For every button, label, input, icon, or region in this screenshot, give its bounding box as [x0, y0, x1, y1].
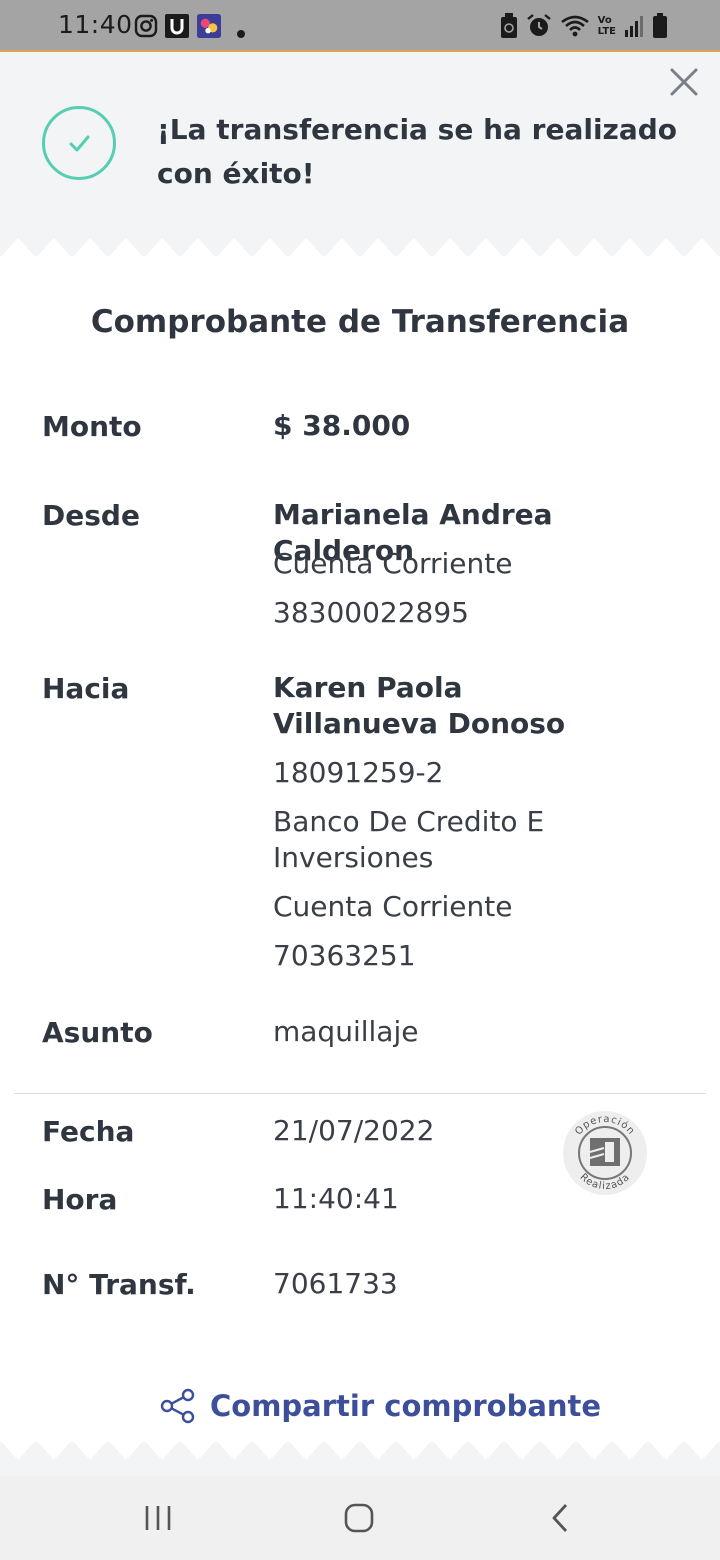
transf-label: N° Transf. [42, 1268, 196, 1301]
share-receipt-button[interactable]: Compartir comprobante [160, 1384, 601, 1428]
home-icon [344, 1503, 374, 1533]
receipt-bottom-edge [0, 1440, 720, 1460]
success-message: ¡La transferencia se ha realizado con éx… [157, 113, 678, 190]
volte-top: Vo [597, 15, 612, 26]
close-icon[interactable] [668, 66, 700, 98]
home-button[interactable] [299, 1476, 419, 1560]
check-circle-icon [42, 106, 116, 180]
volte-bottom: LTE [597, 26, 616, 37]
recent-apps-icon [145, 1506, 171, 1530]
volte-icon: Vo LTE [598, 15, 616, 37]
alarm-icon [526, 14, 551, 36]
desde-account-type: Cuenta Corriente [273, 547, 513, 580]
signal-icon [625, 16, 643, 37]
status-time: 11:40 [58, 10, 133, 39]
share-icon [160, 1388, 195, 1424]
instagram-icon [134, 14, 158, 38]
hacia-label: Hacia [42, 672, 130, 705]
recent-apps-button[interactable] [98, 1476, 218, 1560]
receipt-title: Comprobante de Transferencia [90, 304, 630, 340]
battery-icon [653, 13, 667, 38]
monto-label: Monto [42, 410, 142, 443]
status-bar: 11:40 Vo LTE [0, 0, 720, 52]
notification-dot-icon [237, 30, 245, 38]
hora-label: Hora [42, 1183, 118, 1216]
monto-value: $ 38.000 [273, 409, 411, 442]
transf-value: 7061733 [273, 1267, 398, 1300]
fecha-label: Fecha [42, 1115, 135, 1148]
status-icons-right: Vo LTE [500, 12, 668, 40]
asunto-value: maquillaje [273, 1015, 419, 1048]
divider [14, 1093, 706, 1094]
android-nav-bar [0, 1476, 720, 1560]
receipt-top-edge [0, 238, 720, 258]
hacia-bank: Banco De Credito E Inversiones [273, 805, 545, 874]
hacia-name: Karen Paola Villanueva Donoso [273, 671, 566, 740]
hacia-rut: 18091259-2 [273, 756, 444, 789]
game-app-icon [197, 14, 221, 38]
hacia-account-type: Cuenta Corriente [273, 890, 513, 923]
battery-saver-icon [500, 13, 517, 38]
back-button[interactable] [500, 1476, 620, 1560]
wifi-icon [560, 15, 589, 37]
asunto-label: Asunto [42, 1016, 153, 1049]
desde-account-number: 38300022895 [273, 596, 469, 629]
hacia-account-number: 70363251 [273, 939, 416, 972]
desde-label: Desde [42, 499, 140, 532]
u-app-icon [165, 14, 189, 38]
share-label: Compartir comprobante [210, 1389, 602, 1423]
back-icon [552, 1504, 568, 1532]
operacion-realizada-stamp: Operación Realizada [563, 1111, 647, 1195]
